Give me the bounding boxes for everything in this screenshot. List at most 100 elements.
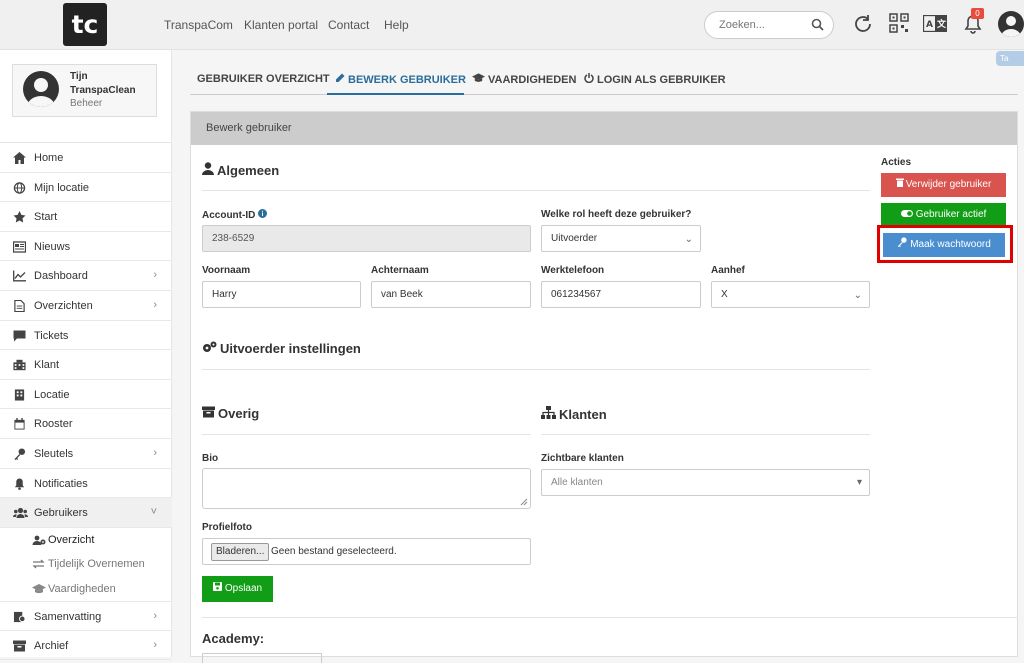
key-icon <box>14 448 26 460</box>
role-select-value: Uitvoerder <box>551 233 598 244</box>
salutation-label: Aanhef <box>711 265 745 276</box>
archive-icon <box>202 406 215 418</box>
sidebar-item-label: Dashboard <box>34 270 88 283</box>
logo[interactable]: tc <box>63 3 107 46</box>
profile-first-name: Tijn <box>70 71 88 82</box>
user-avatar[interactable] <box>998 11 1024 37</box>
nav-link-klanten-portal[interactable]: Klanten portal <box>244 18 318 32</box>
divider <box>541 434 870 435</box>
tab-gebruiker-overzicht[interactable]: GEBRUIKER OVERZICHT <box>197 73 330 85</box>
user-icon <box>202 162 214 175</box>
search-icon[interactable] <box>811 18 824 31</box>
svg-text:文: 文 <box>936 18 947 30</box>
academy-field[interactable] <box>202 653 322 663</box>
sidebar-item-gebruikers[interactable]: Gebruikers ˅ <box>0 498 172 528</box>
tab-vaardigheden[interactable]: VAARDIGHEDEN <box>472 73 576 86</box>
caret-down-icon: ▾ <box>856 477 862 488</box>
sidebar-subitem-overzicht[interactable]: Overzicht <box>0 528 172 553</box>
bell-icon <box>14 477 25 490</box>
save-button-label: Opslaan <box>224 583 263 594</box>
sidebar-subitem-vaardigheden[interactable]: Vaardigheden <box>0 577 172 602</box>
user-active-label: Gebruiker actief <box>915 209 987 220</box>
sidebar-subitem-tijdelijk-overnemen[interactable]: Tijdelijk Overnemen <box>0 552 172 577</box>
sidebar-item-label: Samenvatting <box>34 611 102 624</box>
pencil-icon <box>336 73 345 82</box>
nav-link-contact[interactable]: Contact <box>328 18 369 32</box>
tab-bewerk-gebruiker[interactable]: BEWERK GEBRUIKER <box>335 73 466 86</box>
graduation-cap-icon <box>32 583 46 593</box>
archive-icon <box>13 640 26 652</box>
sidebar-item-dashboard[interactable]: Dashboard › <box>0 261 172 291</box>
role-select[interactable]: Uitvoerder ⌄ <box>541 225 701 252</box>
sidebar-item-label: Start <box>34 211 58 224</box>
photo-file-input[interactable]: Bladeren... Geen bestand geselecteerd. <box>202 538 531 565</box>
sidebar: Tijn TranspaClean Beheer Home Mijn locat… <box>0 50 172 661</box>
sidebar-item-label: Gebruikers <box>34 507 88 520</box>
users-cog-icon <box>32 535 46 545</box>
save-icon <box>212 582 222 591</box>
sidebar-item-overzichten[interactable]: Overzichten › <box>0 291 172 321</box>
first-name-field[interactable]: Harry <box>202 281 361 308</box>
translate-icon[interactable]: A文 <box>923 15 947 32</box>
star-icon <box>13 211 26 223</box>
notification-badge: 0 <box>971 8 984 19</box>
sidebar-item-klant[interactable]: Klant <box>0 350 172 380</box>
bio-textarea[interactable] <box>202 468 531 509</box>
tab-bar: GEBRUIKER OVERZICHT BEWERK GEBRUIKER VAA… <box>190 63 1018 95</box>
search-input[interactable]: Zoeken... <box>704 11 834 39</box>
sidebar-item-tickets[interactable]: Tickets <box>0 321 172 351</box>
sidebar-item-label: Rooster <box>34 418 73 431</box>
refresh-icon[interactable] <box>852 13 874 35</box>
account-id-label-text: Account-ID <box>202 210 256 221</box>
section-clients-heading: Klanten <box>541 406 607 422</box>
chevron-down-icon: ⌄ <box>853 290 862 301</box>
profile-role: Beheer <box>70 98 103 109</box>
bio-label: Bio <box>202 453 219 464</box>
sidebar-item-samenvatting[interactable]: Samenvatting › <box>0 601 172 631</box>
info-icon[interactable] <box>258 209 268 218</box>
phone-label: Werktelefoon <box>541 265 605 276</box>
visible-clients-select[interactable]: Alle klanten ▾ <box>541 469 870 496</box>
browse-button[interactable]: Bladeren... <box>211 543 270 561</box>
section-general-title: Algemeen <box>217 163 280 178</box>
delete-user-label: Verwijder gebruiker <box>905 179 992 190</box>
salutation-select[interactable]: X ⌄ <box>711 281 870 308</box>
sidebar-item-mijn-locatie[interactable]: Mijn locatie <box>0 173 172 203</box>
last-name-field[interactable]: van Beek <box>371 281 531 308</box>
actions-title: Acties <box>881 157 912 168</box>
profile-avatar <box>23 71 59 107</box>
sidebar-item-label: Nieuws <box>34 240 71 253</box>
sidebar-item-label: Sleutels <box>34 447 74 460</box>
profile-last-name: TranspaClean <box>70 85 136 96</box>
sidebar-item-rooster[interactable]: Rooster <box>0 409 172 439</box>
sidebar-item-notificaties[interactable]: Notificaties <box>0 469 172 499</box>
sidebar-menu: Home Mijn locatie Start Nieuws Dashboard… <box>0 142 172 661</box>
chevron-right-icon: › <box>153 269 157 282</box>
divider <box>202 369 870 370</box>
sidebar-item-archief[interactable]: Archief › <box>0 631 172 661</box>
sidebar-item-locatie[interactable]: Locatie <box>0 380 172 410</box>
first-name-label: Voornaam <box>202 265 251 276</box>
chevron-right-icon: › <box>153 610 157 623</box>
sidebar-item-sleutels[interactable]: Sleutels › <box>0 439 172 469</box>
user-active-toggle-button[interactable]: Gebruiker actief <box>881 203 1006 227</box>
delete-user-button[interactable]: Verwijder gebruiker <box>881 173 1006 197</box>
role-label: Welke rol heeft deze gebruiker? <box>541 209 692 220</box>
comment-icon <box>13 330 26 342</box>
divider <box>202 190 870 191</box>
toggle-on-icon <box>900 210 913 217</box>
save-button[interactable]: Opslaan <box>202 576 273 602</box>
sidebar-item-start[interactable]: Start <box>0 202 172 232</box>
qr-code-icon[interactable] <box>889 13 909 33</box>
nav-link-transpacom[interactable]: TranspaCom <box>164 18 233 32</box>
highlight-box <box>877 225 1013 263</box>
phone-field[interactable]: 061234567 <box>541 281 701 308</box>
nav-link-help[interactable]: Help <box>384 18 409 32</box>
sidebar-item-nieuws[interactable]: Nieuws <box>0 232 172 262</box>
building-icon <box>13 359 26 371</box>
chevron-down-icon: ˅ <box>150 506 157 519</box>
sidebar-item-label: Tickets <box>34 329 69 342</box>
sidebar-item-home[interactable]: Home <box>0 143 172 173</box>
resize-handle-icon[interactable] <box>520 498 528 506</box>
tab-login-als-gebruiker[interactable]: LOGIN ALS GEBRUIKER <box>584 73 726 86</box>
